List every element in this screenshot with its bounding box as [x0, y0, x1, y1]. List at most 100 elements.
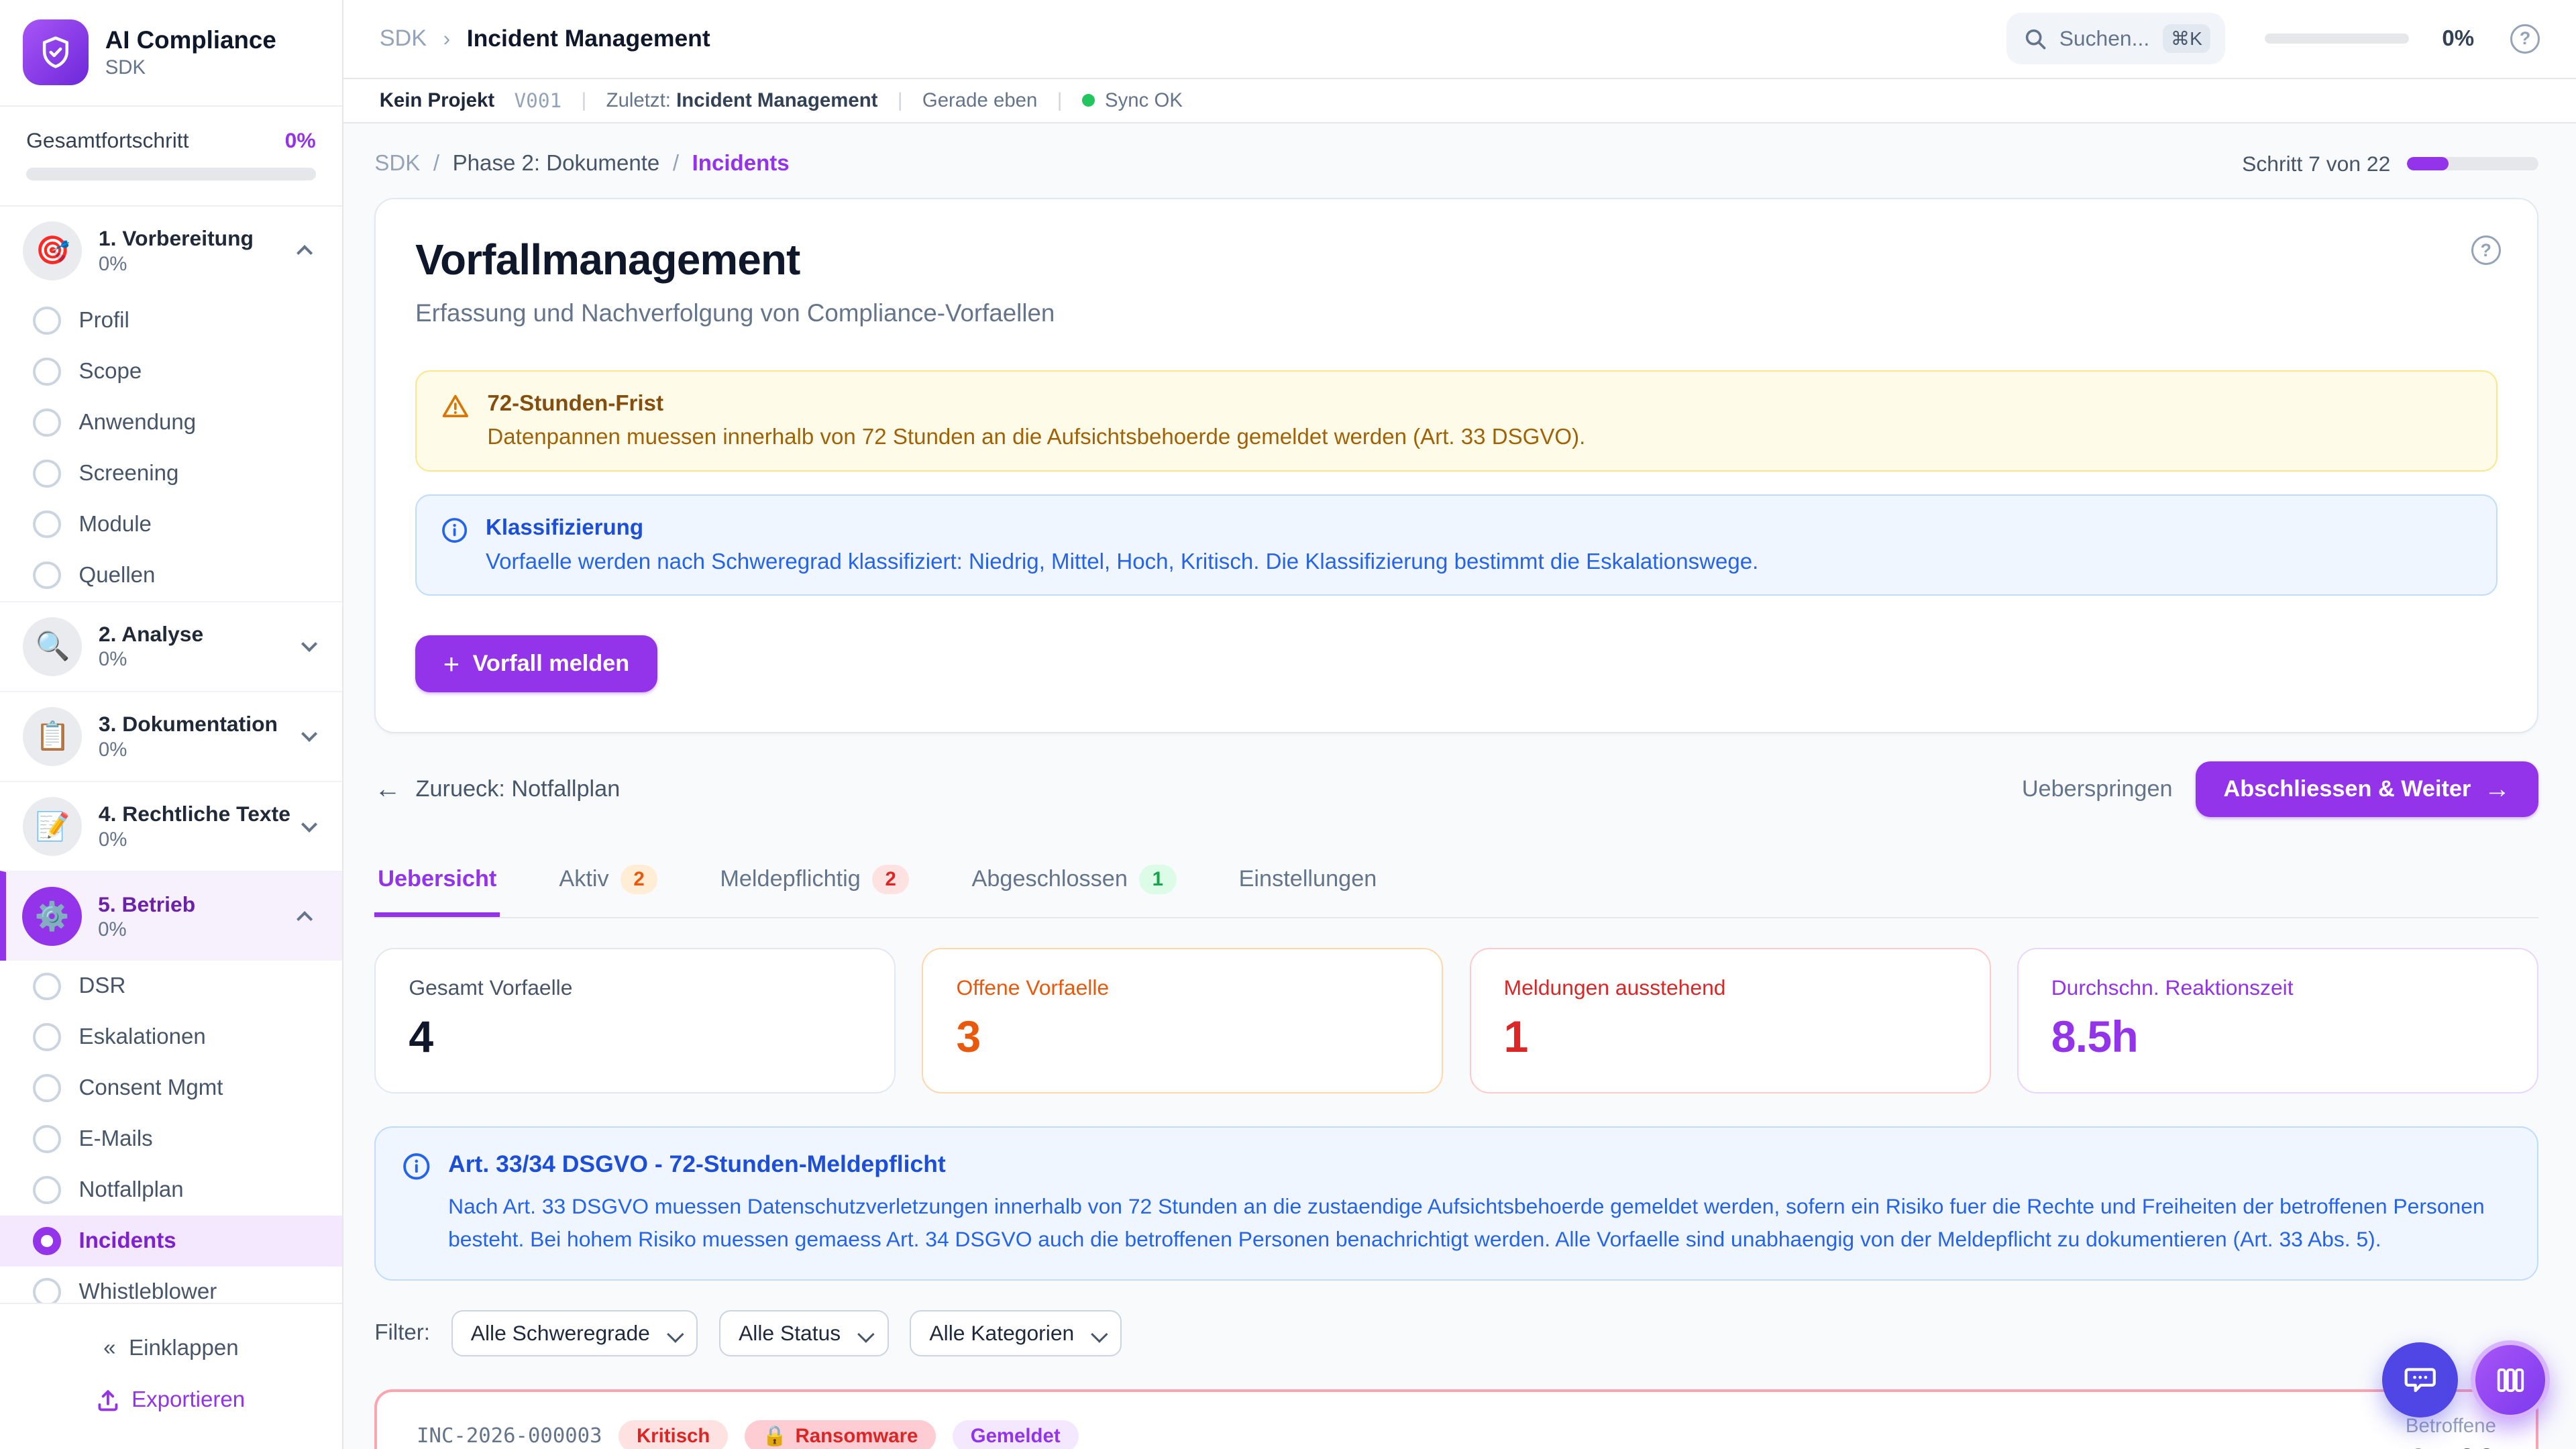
- topbar: SDK › Incident Management Suchen... ⌘K 0…: [343, 0, 2576, 79]
- radio-unchecked-icon: [33, 307, 61, 335]
- tab-meldepflichtig[interactable]: Meldepflichtig 2: [716, 849, 912, 919]
- stat-card-open: Offene Vorfaelle 3: [922, 948, 1443, 1093]
- lock-icon: 🔒: [763, 1425, 788, 1448]
- gdpr-info-body: Nach Art. 33 DSGVO muessen Datenschutzve…: [448, 1190, 2510, 1256]
- export-button[interactable]: Exportieren: [0, 1375, 342, 1426]
- radio-checked-icon: [33, 1227, 61, 1255]
- sidebar-item-scope[interactable]: Scope: [0, 346, 342, 397]
- chat-assistant-button[interactable]: [2382, 1342, 2458, 1418]
- affected-label: Betroffene: [2406, 1415, 2496, 1438]
- sidebar-item-consent-mgmt[interactable]: Consent Mgmt: [0, 1063, 342, 1114]
- sidebar-item-whistleblower[interactable]: Whistleblower: [0, 1267, 342, 1303]
- sidebar-item-dsr[interactable]: DSR: [0, 961, 342, 1012]
- chevron-up-icon: [297, 245, 313, 261]
- step-progress-fill: [2407, 157, 2449, 170]
- category-filter-wrap: Alle Kategorien: [910, 1310, 1122, 1356]
- sync-status: Sync OK: [1082, 89, 1183, 112]
- tab-einstellungen[interactable]: Einstellungen: [1236, 850, 1381, 917]
- complete-next-button[interactable]: Abschliessen & Weiter →: [2196, 761, 2538, 817]
- tab-badge: 2: [621, 865, 658, 894]
- sidebar-item-eskalationen[interactable]: Eskalationen: [0, 1012, 342, 1063]
- search-input[interactable]: Suchen... ⌘K: [2006, 13, 2225, 64]
- tab-abgeschlossen[interactable]: Abgeschlossen 1: [969, 849, 1180, 919]
- collapse-sidebar-button[interactable]: « Einklappen: [0, 1322, 342, 1374]
- last-label: Zuletzt:: [606, 89, 671, 111]
- category-filter-select[interactable]: Alle Kategorien: [910, 1310, 1122, 1356]
- help-icon[interactable]: ?: [2471, 235, 2501, 265]
- severity-filter-select[interactable]: Alle Schweregrade: [451, 1310, 698, 1356]
- skip-button[interactable]: Ueberspringen: [2022, 776, 2173, 802]
- stat-value: 1: [1504, 1012, 1957, 1063]
- chevron-down-icon: [301, 816, 317, 832]
- sync-ok-dot-icon: [1082, 94, 1095, 107]
- back-link[interactable]: ← Zurueck: Notfallplan: [374, 776, 620, 802]
- item-label: Profil: [79, 308, 129, 333]
- sidebar-item-anwendung[interactable]: Anwendung: [0, 397, 342, 448]
- section-label: 5. Betrieb: [98, 892, 284, 917]
- sidebar-item-screening[interactable]: Screening: [0, 448, 342, 499]
- item-label: Incidents: [79, 1228, 176, 1254]
- step-label: Schritt 7 von 22: [2242, 152, 2390, 176]
- radio-unchecked-icon: [33, 561, 61, 590]
- sidebar-section-dokumentation[interactable]: 📋 3. Dokumentation 0%: [0, 691, 342, 781]
- tab-aktiv[interactable]: Aktiv 2: [555, 849, 661, 919]
- gdpr-info-box: Art. 33/34 DSGVO - 72-Stunden-Meldepflic…: [374, 1126, 2538, 1280]
- report-incident-button[interactable]: + Vorfall melden: [415, 635, 657, 693]
- tab-uebersicht[interactable]: Uebersicht: [374, 850, 500, 917]
- sidebar-item-incidents[interactable]: Incidents: [0, 1216, 342, 1267]
- sidebar-item-notfallplan[interactable]: Notfallplan: [0, 1165, 342, 1216]
- overall-progress-value: 0%: [285, 128, 316, 153]
- overall-progress-label: Gesamtfortschritt: [26, 128, 189, 153]
- sidebar-item-module[interactable]: Module: [0, 499, 342, 550]
- section-percent: 0%: [99, 253, 284, 276]
- item-label: DSR: [79, 973, 126, 999]
- sidebar-item-profil[interactable]: Profil: [0, 295, 342, 346]
- info-body: Vorfaelle werden nach Schweregrad klassi…: [486, 549, 1758, 575]
- sidebar-nav: 🎯 1. Vorbereitung 0% Profil Scope Anwend…: [0, 207, 342, 1303]
- breadcrumb-phase[interactable]: Phase 2: Dokumente: [453, 151, 660, 176]
- page-subtitle: Erfassung und Nachverfolgung von Complia…: [415, 299, 2498, 327]
- target-icon: 🎯: [23, 221, 82, 280]
- breadcrumb-sdk[interactable]: SDK: [374, 151, 420, 176]
- item-label: Anwendung: [79, 410, 197, 435]
- divider: |: [582, 89, 587, 112]
- stat-value: 4: [409, 1012, 861, 1063]
- incident-id: INC-2026-000003: [417, 1424, 602, 1448]
- sidebar-section-rechtliche-texte[interactable]: 📝 4. Rechtliche Texte 0%: [0, 781, 342, 871]
- sidebar-section-analyse[interactable]: 🔍 2. Analyse 0%: [0, 601, 342, 691]
- tab-label: Einstellungen: [1239, 866, 1377, 892]
- radio-unchecked-icon: [33, 409, 61, 437]
- status-filter-select[interactable]: Alle Status: [719, 1310, 889, 1356]
- breadcrumb-root[interactable]: SDK: [380, 25, 427, 52]
- page-content: SDK / Phase 2: Dokumente / Incidents Sch…: [343, 123, 2576, 1449]
- section-percent: 0%: [99, 648, 284, 671]
- last-visited: Zuletzt: Incident Management: [606, 89, 878, 112]
- tab-bar: Uebersicht Aktiv 2 Meldepflichtig 2 Abge…: [374, 849, 2538, 918]
- stat-label: Offene Vorfaelle: [956, 975, 1409, 1000]
- filter-bar: Filter: Alle Schweregrade Alle Status Al…: [374, 1310, 2538, 1356]
- stat-value: 8.5h: [2051, 1012, 2504, 1063]
- topbar-breadcrumb: SDK › Incident Management: [380, 25, 1990, 52]
- panel-toggle-button[interactable]: [2471, 1340, 2550, 1419]
- project-name: Kein Projekt: [380, 89, 494, 112]
- search-placeholder: Suchen...: [2059, 26, 2149, 51]
- help-icon[interactable]: ?: [2510, 24, 2540, 54]
- tab-badge: 1: [1139, 865, 1177, 894]
- sidebar-footer: « Einklappen Exportieren: [0, 1303, 342, 1449]
- chevron-down-icon: [301, 726, 317, 742]
- warning-title: 72-Stunden-Frist: [487, 391, 1585, 417]
- category-label: Ransomware: [796, 1425, 918, 1448]
- sidebar-item-quellen[interactable]: Quellen: [0, 550, 342, 601]
- gdpr-info-title: Art. 33/34 DSGVO - 72-Stunden-Meldepflic…: [448, 1150, 2510, 1178]
- breadcrumb-incidents: Incidents: [692, 151, 790, 176]
- incident-card[interactable]: INC-2026-000003 Kritisch 🔒 Ransomware Ge…: [374, 1389, 2538, 1449]
- filter-label: Filter:: [374, 1320, 430, 1346]
- radio-unchecked-icon: [33, 358, 61, 386]
- sidebar-section-betrieb[interactable]: ⚙️ 5. Betrieb 0%: [0, 871, 342, 961]
- stat-label: Durchschn. Reaktionszeit: [2051, 975, 2504, 1000]
- main-area: SDK › Incident Management Suchen... ⌘K 0…: [343, 0, 2576, 1449]
- topbar-progress-track: [2265, 34, 2410, 44]
- sidebar-item-emails[interactable]: E-Mails: [0, 1114, 342, 1165]
- sidebar-section-vorbereitung[interactable]: 🎯 1. Vorbereitung 0%: [0, 207, 342, 295]
- shield-check-icon: [38, 34, 74, 70]
